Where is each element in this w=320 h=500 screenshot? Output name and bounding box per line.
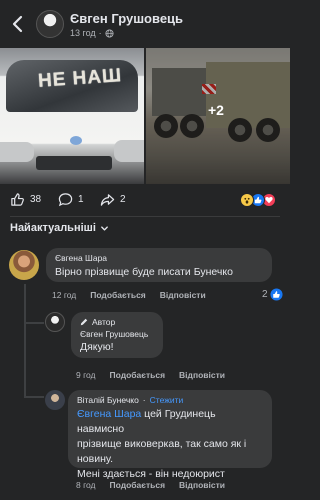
reply-text-line: прізвище виковеркав, так само як і (77, 438, 247, 450)
reply-time: 9 год (76, 370, 96, 380)
share-action[interactable]: 2 (100, 192, 126, 207)
reply-actions: 8 год Подобається Відповісти (76, 480, 225, 490)
reply-text-line: новину. (77, 453, 113, 465)
reply-thread-branch (24, 396, 44, 398)
sort-label: Найактуальніші (10, 222, 96, 234)
reply-author-avatar[interactable] (45, 312, 65, 332)
reply-author-name[interactable]: Євген Грушовець (80, 329, 148, 339)
comment-sort-selector[interactable]: Найактуальніші (10, 222, 109, 234)
thumbs-up-icon (11, 193, 24, 206)
reactions-bar: 38 1 2 (0, 192, 290, 212)
pencil-icon (80, 318, 88, 326)
reply-text: Євгена Шара цей Грудинець навмисно прізв… (77, 407, 263, 482)
reply-bubble: Автор Євген Грушовець Дякую! (71, 312, 163, 358)
commenter-avatar[interactable] (9, 250, 39, 280)
follow-separator: · (142, 395, 146, 405)
comment-bubble-icon (58, 193, 73, 207)
likes-count: 38 (30, 194, 42, 205)
comment-like-number: 2 (262, 289, 268, 300)
reply-author-name[interactable]: Віталій Бунечко (77, 395, 139, 405)
van-grille (36, 156, 112, 170)
comments-count: 1 (78, 194, 84, 205)
reply-text: Дякую! (80, 341, 114, 353)
comment-like-count[interactable]: 2 (262, 288, 283, 301)
comment-author[interactable]: Євгена Шара (55, 253, 263, 263)
van-headlight-left (0, 142, 34, 162)
globe-icon (105, 28, 114, 38)
reply-comment-button[interactable]: Відповісти (160, 290, 206, 300)
meta-separator: · (98, 28, 102, 38)
reply-thread-line (24, 284, 26, 396)
post-header: Євген Грушовець 13 год · (0, 0, 290, 48)
post-photo-truck[interactable]: +2 (146, 48, 290, 184)
reaction-summary[interactable] (240, 193, 280, 209)
reply-reply-button[interactable]: Відповісти (179, 480, 225, 490)
comment-time: 12 год (52, 290, 77, 300)
author-badge-label: Автор (92, 317, 116, 327)
like-comment-button[interactable]: Подобається (90, 290, 146, 300)
reply-actions: 9 год Подобається Відповісти (76, 370, 225, 380)
like-action[interactable]: 38 (10, 192, 41, 207)
reply-thread-branch (24, 322, 44, 324)
comment-author-name[interactable]: Євгена Шара (55, 253, 107, 263)
comment-bubble: Євгена Шара Вірно прізвище буде писати Б… (46, 248, 272, 282)
wow-reaction-icon (240, 193, 254, 207)
van-headlight-right (114, 140, 144, 162)
author-badge: Автор (80, 317, 154, 327)
like-reply-button[interactable]: Подобається (110, 370, 166, 380)
reply-time: 8 год (76, 480, 96, 490)
like-reply-button[interactable]: Подобається (110, 480, 166, 490)
share-icon (100, 194, 115, 206)
author-name[interactable]: Євген Грушовець (70, 11, 183, 26)
follow-button[interactable]: Стежити (150, 395, 184, 405)
reply-reply-button[interactable]: Відповісти (179, 370, 225, 380)
reply-author[interactable]: Євген Грушовець (80, 329, 154, 339)
section-divider (10, 216, 280, 217)
reply-bubble: Віталій Бунечко · Стежити Євгена Шара це… (68, 390, 272, 480)
reply-author-avatar[interactable] (45, 390, 65, 410)
reply-text-line: Мені здається - він недоюрист (77, 468, 225, 480)
like-reaction-icon (270, 288, 283, 301)
reply-author: Віталій Бунечко · Стежити (77, 395, 263, 405)
author-avatar[interactable] (36, 10, 64, 38)
back-arrow-icon[interactable] (10, 14, 26, 34)
shares-count: 2 (120, 194, 126, 205)
mention-link[interactable]: Євгена Шара (77, 408, 141, 420)
van-emblem (70, 136, 82, 145)
comment-action[interactable]: 1 (58, 192, 84, 207)
post-meta: 13 год · (70, 28, 114, 38)
chevron-down-icon (101, 225, 108, 231)
comment-actions: 12 год Подобається Відповісти (52, 290, 206, 300)
post-photo-van[interactable]: НЕ НАШ (0, 48, 144, 184)
comment-text: Вірно прізвище буде писати Бунечко (55, 266, 233, 278)
post-time: 13 год (70, 28, 96, 38)
more-photos-count[interactable]: +2 (208, 102, 224, 118)
